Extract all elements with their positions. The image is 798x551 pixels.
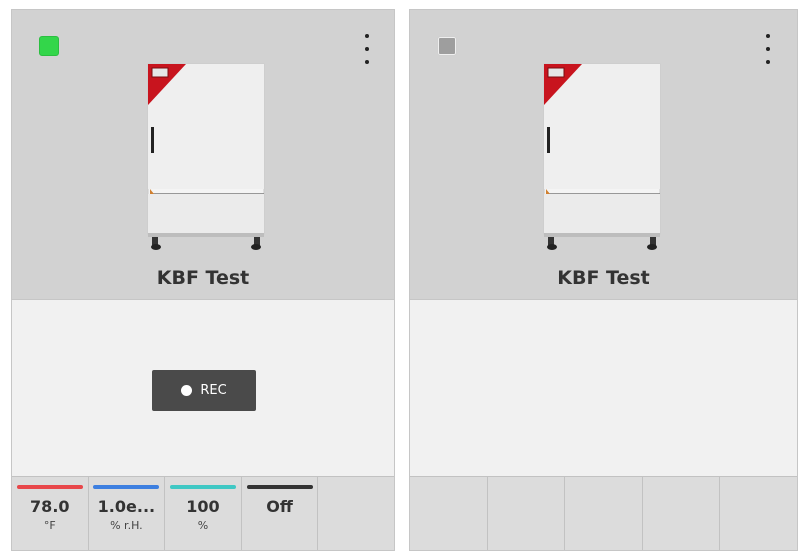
tile-unit: %	[197, 519, 209, 532]
value-tiles	[410, 476, 797, 550]
climate-chamber-image	[543, 63, 661, 250]
device-card[interactable]: KBF Test	[409, 9, 798, 551]
device-card[interactable]: KBF Test REC 78.0 °F 1.0e... % r.H. 100 …	[11, 9, 395, 551]
tile-temperature[interactable]: 78.0 °F	[12, 476, 89, 550]
tile-value: 78.0	[30, 497, 70, 516]
tile-empty	[720, 476, 797, 550]
status-indicator	[437, 36, 457, 56]
device-title: KBF Test	[156, 267, 250, 289]
tile-empty	[642, 476, 721, 550]
tile-color-bar	[16, 485, 83, 489]
card-header: KBF Test	[410, 10, 797, 300]
tile-humidity[interactable]: 1.0e... % r.H.	[88, 476, 166, 550]
tile-unit: °F	[43, 519, 56, 532]
value-tiles: 78.0 °F 1.0e... % r.H. 100 % Off	[12, 476, 394, 550]
record-button-label: REC	[200, 383, 227, 398]
climate-chamber-image	[147, 63, 265, 250]
tile-value: 1.0e...	[97, 497, 156, 516]
tile-empty	[565, 476, 643, 550]
tile-empty	[318, 476, 394, 550]
tile-color-bar	[169, 485, 236, 489]
card-header: KBF Test	[12, 10, 394, 300]
tile-unit: % r.H.	[110, 519, 143, 532]
tile-color-bar	[93, 485, 160, 489]
tile-value: Off	[266, 497, 293, 516]
record-button[interactable]: REC	[152, 370, 256, 411]
tile-empty	[487, 476, 566, 550]
device-title: KBF Test	[557, 267, 650, 289]
tile-color-bar	[246, 485, 313, 489]
record-dot-icon	[181, 385, 193, 396]
tile-empty	[410, 476, 488, 550]
tile-percent[interactable]: 100 %	[165, 476, 242, 550]
kebab-menu-icon[interactable]	[362, 34, 372, 64]
kebab-menu-icon[interactable]	[763, 34, 773, 64]
tile-value: 100	[186, 497, 220, 516]
tile-status[interactable]: Off	[241, 476, 319, 550]
status-indicator	[39, 36, 59, 56]
